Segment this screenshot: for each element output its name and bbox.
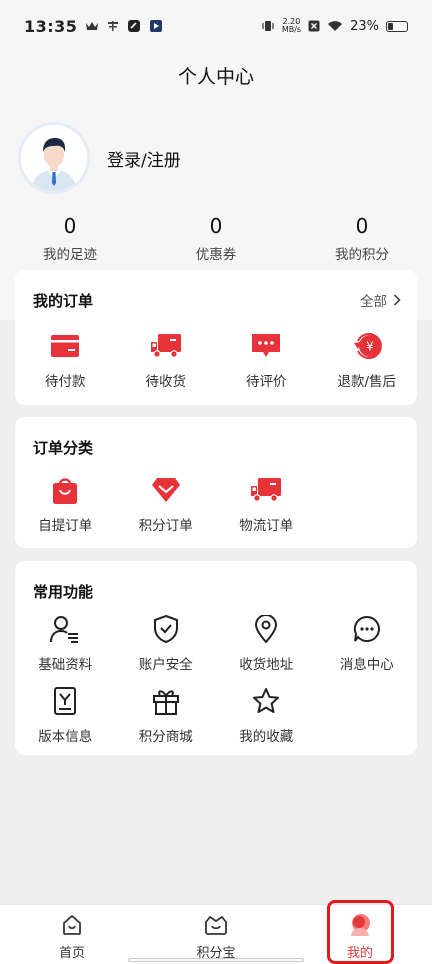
network-speed: 2.20 MB/s [282, 18, 301, 34]
view-all-orders-link[interactable]: 全部 [360, 290, 401, 310]
function-points-mall[interactable]: 积分商城 [116, 685, 217, 745]
functions-row-1: 基础资料 账户安全 收货地址 消息中心 [15, 613, 417, 673]
mine-icon [347, 913, 373, 937]
function-label: 版本信息 [38, 729, 93, 745]
function-message-center[interactable]: 消息中心 [317, 613, 418, 673]
stat-label: 我的足迹 [43, 247, 97, 263]
crown-icon [85, 20, 99, 32]
function-label: 积分商城 [138, 729, 193, 745]
order-status-label: 待收货 [145, 374, 187, 390]
link-app-icon [127, 19, 141, 33]
stat-value: 0 [63, 214, 77, 238]
shopping-bag-icon [48, 474, 82, 506]
card-title: 常用功能 [33, 583, 94, 601]
diamond-icon [149, 474, 183, 506]
order-refund-aftersale[interactable]: ¥ 退款/售后 [317, 330, 418, 390]
svg-text:¥: ¥ [366, 340, 374, 354]
version-doc-icon [48, 685, 82, 717]
category-points-orders[interactable]: 积分订单 [116, 474, 217, 534]
user-profile-icon [48, 613, 82, 645]
tab-points[interactable]: 积分宝 [144, 905, 288, 964]
truck-icon [249, 474, 283, 506]
stat-value: 0 [209, 214, 223, 238]
function-account-security[interactable]: 账户安全 [116, 613, 217, 673]
star-icon [249, 685, 283, 717]
tab-home[interactable]: 首页 [0, 905, 144, 964]
my-orders-card: 我的订单 全部 待付款 待收货 待评价 ¥ 退款/售后 [15, 270, 417, 405]
function-version-info[interactable]: 版本信息 [15, 685, 116, 745]
category-label: 自提订单 [38, 518, 93, 534]
truck-icon [149, 330, 183, 362]
function-label: 收货地址 [239, 657, 294, 673]
avatar[interactable] [18, 122, 90, 194]
x-app-icon [308, 20, 320, 32]
battery-percent: 23% [350, 18, 379, 34]
stat-label: 我的积分 [335, 247, 389, 263]
order-status-row: 待付款 待收货 待评价 ¥ 退款/售后 [15, 330, 417, 390]
order-pending-review[interactable]: 待评价 [216, 330, 317, 390]
category-self-pickup[interactable]: 自提订单 [15, 474, 116, 534]
stats-row: 0 我的足迹 0 优惠券 0 我的积分 [0, 214, 432, 263]
function-basic-profile[interactable]: 基础资料 [15, 613, 116, 673]
card-title: 我的订单 [33, 292, 94, 310]
profile-section[interactable]: 登录/注册 [18, 122, 181, 194]
function-label: 账户安全 [138, 657, 193, 673]
status-right: 2.20 MB/s 23% [261, 18, 408, 34]
function-label: 消息中心 [339, 657, 394, 673]
function-label: 我的收藏 [239, 729, 294, 745]
wifi-icon [327, 20, 343, 32]
battery-icon [386, 20, 408, 32]
default-avatar-icon [21, 125, 87, 191]
home-icon [59, 913, 85, 937]
function-shipping-address[interactable]: 收货地址 [216, 613, 317, 673]
view-all-label: 全部 [360, 294, 387, 310]
functions-row-2: 版本信息 积分商城 我的收藏 [15, 685, 417, 745]
comment-icon [249, 330, 283, 362]
tab-mine[interactable]: 我的 [288, 905, 432, 964]
tab-label: 我的 [346, 946, 373, 961]
order-category-row: 自提订单 积分订单 物流订单 [15, 474, 417, 534]
category-logistics-orders[interactable]: 物流订单 [216, 474, 317, 534]
function-label: 基础资料 [38, 657, 93, 673]
wallet-card-icon [48, 330, 82, 362]
order-status-label: 待付款 [45, 374, 86, 390]
status-left: 13:35 [24, 17, 163, 36]
play-app-icon [149, 19, 163, 33]
vibrate-icon [261, 19, 275, 33]
stat-points[interactable]: 0 我的积分 [322, 214, 402, 263]
stat-label: 优惠券 [195, 247, 237, 263]
category-label: 积分订单 [138, 518, 193, 534]
tab-label: 首页 [58, 946, 85, 961]
home-indicator[interactable] [128, 958, 304, 962]
card-title: 订单分类 [33, 439, 94, 457]
login-register-link[interactable]: 登录/注册 [107, 146, 181, 171]
bottom-tab-bar: 首页 积分宝 我的 [0, 904, 432, 964]
stat-footprint[interactable]: 0 我的足迹 [30, 214, 110, 263]
order-status-label: 退款/售后 [337, 374, 397, 390]
location-pin-icon [249, 613, 283, 645]
stat-coupons[interactable]: 0 优惠券 [176, 214, 256, 263]
order-categories-card: 订单分类 自提订单 积分订单 物流订单 [15, 417, 417, 548]
qin-app-icon [107, 20, 119, 32]
order-status-label: 待评价 [246, 374, 287, 390]
page-title: 个人中心 [177, 66, 254, 88]
gift-icon [149, 685, 183, 717]
function-my-favorites[interactable]: 我的收藏 [216, 685, 317, 745]
status-time: 13:35 [24, 16, 78, 36]
status-bar: 13:35 2.20 MB/s 23% [0, 0, 432, 52]
stat-value: 0 [355, 214, 369, 238]
order-pending-receipt[interactable]: 待收货 [116, 330, 217, 390]
order-pending-payment[interactable]: 待付款 [15, 330, 116, 390]
speed-unit: MB/s [281, 25, 302, 34]
chat-bubble-icon [350, 613, 384, 645]
chevron-right-icon [393, 294, 401, 306]
category-label: 物流订单 [239, 518, 294, 534]
points-basket-icon [203, 913, 229, 937]
shield-check-icon [149, 613, 183, 645]
refund-yen-icon: ¥ [350, 330, 384, 362]
common-functions-card: 常用功能 基础资料 账户安全 收货地址 消息中心 版本信息 积分商城 我的收藏 [15, 561, 417, 755]
